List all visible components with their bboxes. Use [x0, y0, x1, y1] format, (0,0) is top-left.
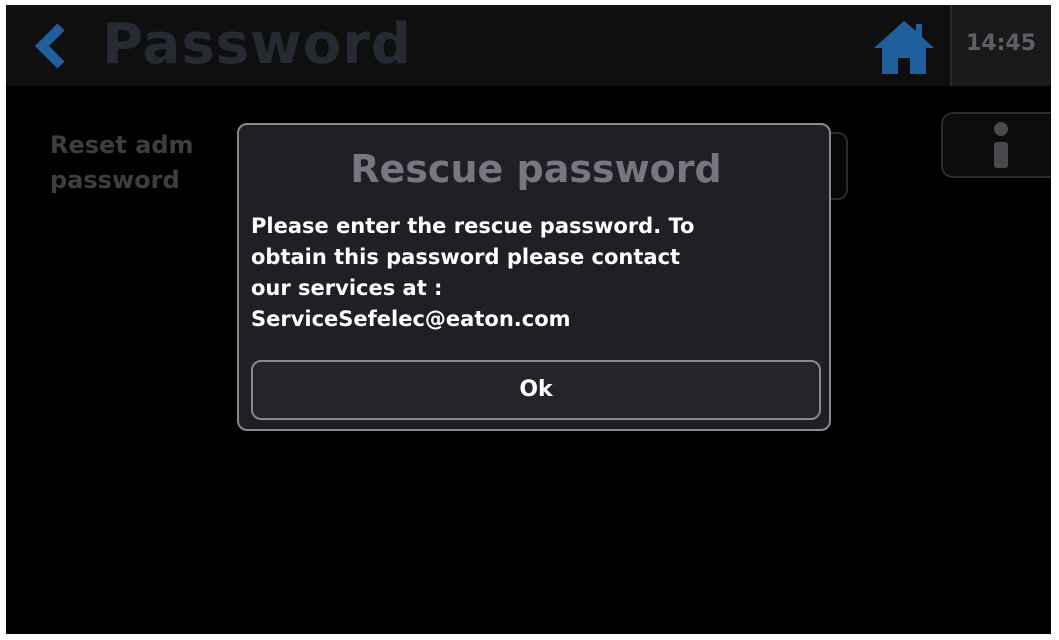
home-button[interactable]	[872, 18, 936, 76]
reset-label-line-1: Reset adm	[50, 131, 194, 159]
page-title: Password	[102, 12, 412, 77]
message-line-4: ServiceSefelec@eaton.com	[251, 307, 571, 331]
clock-panel: 14:45	[950, 5, 1053, 86]
home-icon	[874, 21, 934, 74]
reset-admin-password-label: Reset adm password	[50, 128, 240, 198]
frame-left	[0, 0, 6, 640]
dialog-title: Rescue password	[350, 147, 722, 191]
frame-right	[1051, 0, 1059, 640]
frame-bottom	[0, 634, 1059, 640]
dialog-message: Please enter the rescue password. To obt…	[251, 211, 821, 335]
frame-top	[0, 0, 1059, 5]
message-line-3: our services at :	[251, 276, 443, 300]
ok-button[interactable]: Ok	[251, 360, 821, 420]
clock-time: 14:45	[966, 31, 1037, 56]
chevron-left-icon	[34, 23, 65, 69]
message-line-2: obtain this password please contact	[251, 245, 681, 269]
header-bar: Password 14:45	[6, 5, 1053, 86]
reset-label-line-2: password	[50, 166, 180, 194]
info-button[interactable]	[941, 112, 1053, 178]
app-screen: Password 14:45 Reset adm password Rescue…	[0, 0, 1059, 640]
rescue-password-dialog: Rescue password Please enter the rescue …	[237, 123, 831, 431]
back-button[interactable]	[28, 21, 72, 71]
info-icon-dot	[994, 122, 1008, 136]
info-icon-bar	[994, 142, 1008, 168]
message-line-1: Please enter the rescue password. To	[251, 214, 695, 238]
